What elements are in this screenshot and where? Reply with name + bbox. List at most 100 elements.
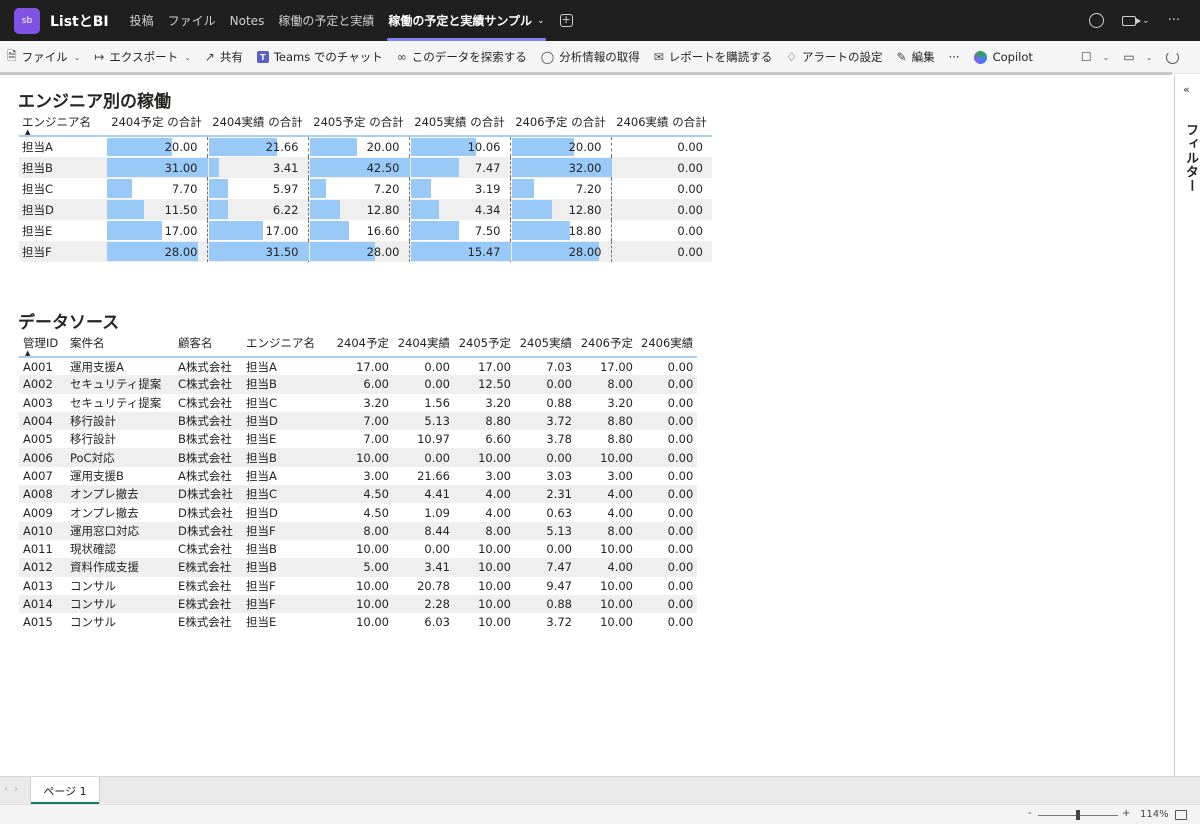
table-row[interactable]: A014 コンサル E株式会社 担当F 10.00 2.28 10.00 0.88 10.00 0…	[19, 594, 698, 614]
add-tab-icon[interactable]: +	[559, 14, 573, 27]
column-header[interactable]: 2404実績	[393, 329, 454, 357]
sort-ascending-icon[interactable]: ▲	[25, 349, 30, 357]
pencil-icon: ✎	[896, 50, 907, 64]
value-cell: 0.00	[611, 136, 712, 157]
data-bar	[410, 138, 476, 156]
header-actions: ⌄ ···	[1089, 0, 1180, 41]
table-cell: 0.00	[637, 485, 698, 504]
matrix-row[interactable]: 担当F 28.00 31.50 28.00 15.47 28.00 0.00	[19, 241, 712, 262]
more-options-button[interactable]: ···	[942, 41, 967, 74]
tab-files[interactable]: ファイル	[161, 0, 223, 41]
column-header[interactable]: 管理ID ▲	[19, 329, 66, 358]
table-cell: 現状確認	[70, 542, 116, 557]
table-row[interactable]: A010 運用窓口対応 D株式会社 担当F 8.00 8.44 8.00 5.13 8.00 0.…	[19, 521, 698, 540]
matrix-row[interactable]: 担当D 11.50 6.22 12.80 4.34 12.80 0.00	[19, 199, 712, 220]
bookmark-button[interactable]: ☐ ⌄	[1074, 41, 1116, 74]
tab-posts[interactable]: 投稿	[123, 0, 161, 41]
set-alert-button[interactable]: ♢ アラートの設定	[779, 41, 889, 74]
view-button[interactable]: ▭ ⌄	[1116, 41, 1159, 74]
value-cell: 7.20	[510, 178, 612, 199]
table-row[interactable]: A008 オンプレ撤去 D株式会社 担当C 4.50 4.41 4.00 2.31 4.00 0.…	[19, 485, 698, 504]
zoom-out-button[interactable]: -	[1028, 808, 1032, 819]
view-icon: ▭	[1123, 50, 1135, 64]
matrix-row[interactable]: 担当B 31.00 3.41 42.50 7.47 32.00 0.00	[19, 157, 712, 178]
column-header[interactable]: 2406予定	[576, 329, 637, 357]
table-cell: 担当D	[242, 411, 325, 431]
get-insights-button[interactable]: ◯ 分析情報の取得	[534, 41, 647, 74]
copilot-button[interactable]: Copilot	[967, 41, 1040, 74]
chevron-down-icon[interactable]: ⌄	[1142, 16, 1150, 26]
column-header[interactable]: 2405予定	[454, 329, 515, 357]
column-header[interactable]: 2404実績 の合計	[207, 108, 308, 136]
column-header[interactable]: 2406実績	[637, 329, 697, 357]
column-header-label: 顧客名	[178, 335, 213, 350]
engineer-matrix[interactable]: エンジニア名 ▲ 2404予定 の合計 2404実績 の合計 2405予定 の合計…	[19, 108, 712, 262]
chat-icon[interactable]	[1089, 13, 1105, 28]
edit-button[interactable]: ✎ 編集	[890, 41, 942, 74]
table-row[interactable]: A011 現状確認 C株式会社 担当B 10.00 0.00 10.00 0.00 10.00 0…	[19, 540, 697, 558]
filter-pane[interactable]: « フィルター	[1174, 75, 1200, 776]
value-text: 0.00	[677, 140, 703, 154]
zoom-in-button[interactable]: +	[1122, 808, 1130, 819]
column-header[interactable]: 2405実績 の合計	[409, 108, 510, 136]
datasource-header-row: 管理ID ▲ 案件名 顧客名 エンジニア名 2404予定 2404実績 2405予定 2405実…	[19, 329, 698, 358]
column-header[interactable]: 2405実績	[515, 329, 576, 357]
column-header[interactable]: エンジニア名	[242, 329, 325, 357]
status-bar: - + 114%	[0, 804, 1200, 824]
sort-ascending-icon[interactable]: ▲	[25, 128, 30, 136]
column-header-label: エンジニア名	[246, 335, 315, 350]
matrix-row[interactable]: 担当A 20.00 21.66 20.00 10.06 20.00 0.00	[19, 136, 712, 157]
expand-filters-icon[interactable]: «	[1183, 83, 1190, 96]
table-row[interactable]: A009 オンプレ撤去 D株式会社 担当D 4.50 1.09 4.00 0.63 4.00 0.…	[19, 503, 697, 521]
table-cell: 担当C	[242, 485, 325, 504]
table-cell: 0.00	[667, 615, 694, 630]
column-header[interactable]: 2406実績 の合計	[611, 108, 712, 136]
table-row[interactable]: A012 資料作成支援 E株式会社 担当B 5.00 3.41 10.00 7.47 4.00 0…	[19, 558, 698, 577]
column-header[interactable]: 2404予定	[325, 329, 393, 357]
channel-title[interactable]: ListとBI	[50, 11, 109, 31]
page-nav-arrows-icon[interactable]: ‹›	[4, 784, 24, 795]
table-cell: 0.00	[667, 432, 694, 447]
tab-plan-actual[interactable]: 稼働の予定と実績	[271, 0, 381, 41]
table-row[interactable]: A002 セキュリティ提案 C株式会社 担当B 6.00 0.00 12.50 0.00 8.0…	[19, 375, 698, 394]
video-icon[interactable]	[1122, 15, 1142, 26]
column-header[interactable]: 2404予定 の合計	[106, 108, 207, 136]
column-header[interactable]: 2405予定 の合計	[308, 108, 409, 136]
chevron-down-icon[interactable]: ⌄	[537, 16, 545, 26]
fit-to-page-icon[interactable]	[1175, 810, 1187, 820]
table-cell: D株式会社	[174, 485, 242, 504]
table-row[interactable]: A004 移行設計 B株式会社 担当D 7.00 5.13 8.80 3.72 8.80 0.00	[19, 411, 698, 431]
value-cell: 17.00	[207, 220, 309, 241]
column-header-engineer[interactable]: エンジニア名 ▲	[19, 108, 106, 137]
zoom-slider-thumb[interactable]	[1076, 810, 1080, 820]
refresh-button[interactable]	[1159, 41, 1186, 74]
table-row[interactable]: A015 コンサル E株式会社 担当E 10.00 6.03 10.00 3.72 10.00 0…	[19, 613, 697, 631]
column-header[interactable]: 案件名	[66, 329, 174, 357]
more-options-icon[interactable]: ···	[1168, 13, 1180, 28]
table-cell: 0.88	[546, 395, 572, 410]
teams-chat-button[interactable]: T Teams でのチャット	[250, 41, 390, 74]
table-row[interactable]: A005 移行設計 B株式会社 担当E 7.00 10.97 6.60 3.78 8.80 0.0…	[19, 430, 697, 448]
table-row[interactable]: A006 PoC対応 B株式会社 担当B 10.00 0.00 10.00 0.00 10.00…	[19, 448, 698, 467]
explore-data-button[interactable]: ∞ このデータを探索する	[390, 41, 534, 74]
export-menu-button[interactable]: ↦ エクスポート ⌄	[87, 41, 197, 74]
table-row[interactable]: A013 コンサル E株式会社 担当F 10.00 20.78 10.00 9.47 10.00…	[19, 577, 697, 595]
matrix-row[interactable]: 担当C 7.70 5.97 7.20 3.19 7.20 0.00	[19, 178, 712, 199]
column-header[interactable]: 2406予定 の合計	[510, 108, 611, 136]
app-icon[interactable]: sb	[14, 7, 40, 34]
share-button[interactable]: ↗ 共有	[198, 41, 250, 74]
column-header[interactable]: 顧客名	[174, 329, 242, 357]
table-cell: 4.50	[363, 505, 389, 520]
page-tab[interactable]: ページ 1	[30, 777, 100, 805]
table-cell: 10.00	[576, 448, 637, 467]
table-row[interactable]: A003 セキュリティ提案 C株式会社 担当C 3.20 1.56 3.20 0.88 3.20…	[19, 394, 697, 412]
tab-notes[interactable]: Notes	[223, 0, 272, 41]
datasource-table[interactable]: 管理ID ▲ 案件名 顧客名 エンジニア名 2404予定 2404実績 2405予定 2405実…	[19, 329, 698, 631]
table-cell: 0.00	[637, 448, 698, 467]
matrix-row[interactable]: 担当E 17.00 17.00 16.60 7.50 18.80 0.00	[19, 220, 712, 241]
table-row[interactable]: A001 運用支援A A株式会社 担当A 17.00 0.00 17.00 7.03 17.00…	[19, 357, 697, 375]
file-menu-button[interactable]: 🗎 ファイル ⌄	[0, 41, 87, 74]
tab-plan-actual-sample[interactable]: 稼働の予定と実績サンプル ⌄	[381, 0, 551, 41]
table-row[interactable]: A007 運用支援B A株式会社 担当A 3.00 21.66 3.00 3.03 3.00 0.…	[19, 467, 697, 485]
subscribe-button[interactable]: ✉ レポートを購読する	[647, 41, 780, 74]
